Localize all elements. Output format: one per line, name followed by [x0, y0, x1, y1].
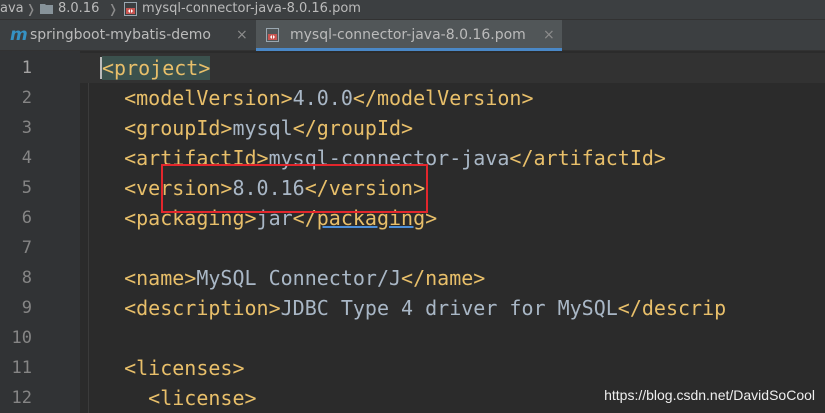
code-text: mysql: [232, 116, 293, 140]
code-tag: <modelVersion>: [124, 86, 293, 110]
tab-mysql-connector-pom[interactable]: mysql-connector-java-8.0.16.pom ×: [256, 20, 562, 51]
code-tag: </descrip: [617, 296, 727, 320]
close-icon[interactable]: ×: [236, 20, 248, 50]
code-line[interactable]: <groupId>mysql</groupId>: [100, 113, 413, 143]
code-tag: <groupId>: [124, 116, 233, 140]
line-number: 5: [21, 178, 32, 198]
line-number: 1: [21, 58, 32, 78]
line-number: 3: [21, 118, 32, 138]
code-line[interactable]: <licenses>: [100, 353, 245, 383]
maven-m-icon: m: [10, 25, 28, 45]
line-number: 10: [11, 328, 32, 348]
breadcrumb: ava ❭ 8.0.16 ❭ mysql-connector-java-8.0.…: [0, 0, 825, 19]
code-text: MySQL Connector/J: [196, 266, 402, 290]
code-line[interactable]: <modelVersion>4.0.0</modelVersion>: [100, 83, 534, 113]
folder-icon: [40, 4, 53, 14]
breadcrumb-separator-icon: ❭: [108, 2, 119, 16]
code-tag: <license>: [148, 386, 257, 410]
code-tag: <description>: [124, 296, 281, 320]
breadcrumb-item-ava[interactable]: ava: [0, 0, 24, 18]
tab-label: springboot-mybatis-demo: [30, 27, 211, 43]
watermark: https://blog.csdn.net/DavidSoCool: [604, 387, 815, 403]
line-number: 11: [11, 358, 32, 378]
tab-springboot-mybatis-demo[interactable]: m springboot-mybatis-demo ×: [0, 20, 255, 51]
code-tag: <project>: [102, 56, 211, 80]
breadcrumb-item-version-folder[interactable]: 8.0.16: [58, 0, 99, 18]
line-number: 7: [21, 238, 32, 258]
line-number: 9: [21, 298, 32, 318]
code-tag: <licenses>: [124, 356, 245, 380]
line-number: 8: [21, 268, 32, 288]
highlight-annotation-box: [161, 164, 428, 213]
code-editor[interactable]: <project> <modelVersion>4.0.0</modelVers…: [80, 51, 825, 413]
code-tag: </name>: [401, 266, 486, 290]
ide-window: ava ❭ 8.0.16 ❭ mysql-connector-java-8.0.…: [0, 0, 825, 413]
code-tag: </modelVersion>: [352, 86, 534, 110]
line-number-gutter[interactable]: 1 2 3 4 5 6 7 8 9 10 11 12: [0, 51, 80, 413]
code-tag: </artifactId>: [509, 146, 666, 170]
line-number: 2: [21, 88, 32, 108]
code-tag: </groupId>: [292, 116, 414, 140]
breadcrumb-separator-icon: ❭: [26, 2, 37, 16]
line-number: 4: [21, 148, 32, 168]
code-text: 4.0.0: [292, 86, 353, 110]
pom-file-icon: [124, 2, 137, 16]
editor-tab-bar: m springboot-mybatis-demo × mysql-connec…: [0, 19, 825, 51]
code-line[interactable]: <license>: [100, 383, 257, 413]
code-line[interactable]: <name>MySQL Connector/J</name>: [100, 263, 485, 293]
pom-file-icon: [266, 28, 279, 42]
indent-guide: [88, 83, 89, 413]
line-number: 12: [11, 388, 32, 408]
code-line[interactable]: <description>JDBC Type 4 driver for MySQ…: [100, 293, 726, 323]
code-line[interactable]: <project>: [100, 53, 211, 83]
code-text: JDBC Type 4 driver for MySQL: [280, 296, 618, 320]
line-number: 6: [21, 208, 32, 228]
breadcrumb-item-pom-file[interactable]: mysql-connector-java-8.0.16.pom: [142, 0, 361, 18]
tab-label: mysql-connector-java-8.0.16.pom: [290, 27, 526, 43]
code-tag: <name>: [124, 266, 197, 290]
close-icon[interactable]: ×: [543, 20, 555, 50]
